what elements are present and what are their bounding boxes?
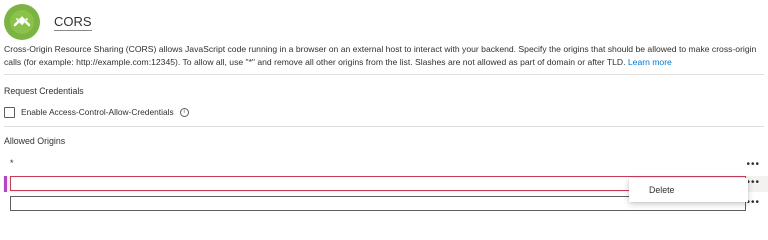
enable-credentials-label: Enable Access-Control-Allow-Credentials	[21, 107, 174, 117]
learn-more-link[interactable]: Learn more	[628, 57, 672, 67]
enable-credentials-checkbox[interactable]	[4, 106, 15, 118]
page-title: CORS	[54, 13, 92, 31]
delete-menu-item[interactable]: Delete	[649, 185, 674, 195]
info-icon[interactable]: i	[179, 107, 189, 117]
row-more-icon[interactable]: •••	[746, 159, 760, 170]
allowed-origins-heading: Allowed Origins	[4, 136, 66, 146]
section-divider	[4, 74, 764, 75]
blade-header: CORS	[4, 4, 92, 40]
section-divider	[4, 126, 764, 127]
selected-row-marker	[4, 176, 7, 192]
request-credentials-heading: Request Credentials	[4, 86, 84, 96]
row-more-icon[interactable]: •••	[746, 197, 760, 208]
cors-description: Cross-Origin Resource Sharing (CORS) all…	[4, 43, 764, 69]
cors-logo-icon	[4, 4, 40, 40]
credentials-checkbox-row: Enable Access-Control-Allow-Credentials …	[4, 106, 189, 118]
row-more-icon[interactable]: •••	[746, 177, 760, 188]
row-context-menu: Delete	[629, 178, 748, 202]
origin-row: * •••	[4, 158, 764, 174]
origin-value[interactable]: *	[10, 158, 14, 168]
